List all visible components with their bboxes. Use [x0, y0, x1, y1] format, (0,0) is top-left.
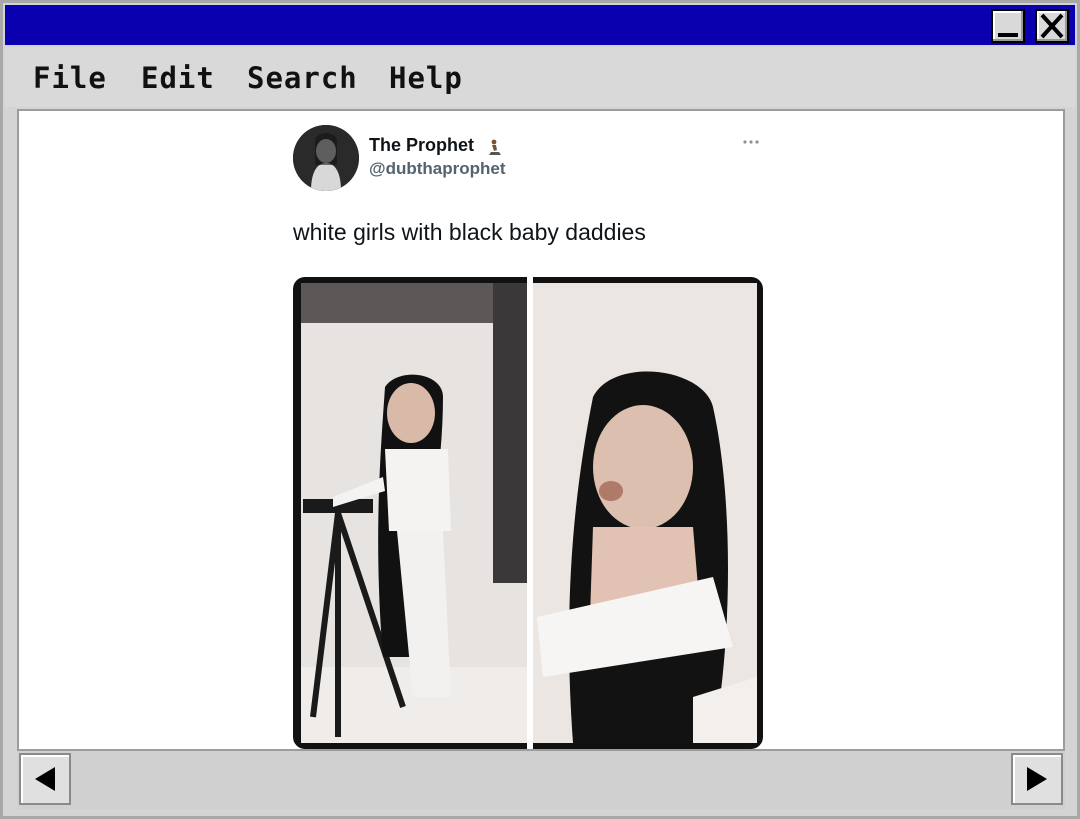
menu-help[interactable]: Help — [389, 61, 463, 95]
app-window: File Edit Search Help The Prophet @dubth… — [0, 0, 1080, 819]
close-button[interactable] — [1035, 9, 1069, 43]
menu-file[interactable]: File — [33, 61, 107, 95]
title-bar[interactable] — [5, 5, 1075, 45]
avatar[interactable] — [293, 125, 359, 191]
minimize-icon — [998, 33, 1018, 37]
photo-collage — [301, 277, 757, 749]
tweet-media[interactable] — [293, 277, 763, 749]
minimize-button[interactable] — [991, 9, 1025, 43]
tweet-text: white girls with black baby daddies — [293, 219, 646, 245]
menu-edit[interactable]: Edit — [141, 61, 215, 95]
close-icon — [1040, 13, 1064, 39]
user-handle[interactable]: @dubthaprophet — [369, 159, 506, 179]
display-name[interactable]: The Prophet — [369, 135, 474, 156]
arrow-left-icon — [35, 767, 55, 791]
arrow-right-icon — [1027, 767, 1047, 791]
more-dots-icon[interactable] — [741, 137, 761, 147]
scroll-right-button[interactable] — [1011, 753, 1063, 805]
menu-search[interactable]: Search — [247, 61, 358, 95]
content-area[interactable]: The Prophet @dubthaprophet white girls w… — [17, 109, 1065, 751]
praying-figure-icon — [489, 139, 501, 155]
menu-bar: File Edit Search Help — [5, 47, 1075, 107]
tweet-card: The Prophet @dubthaprophet white girls w… — [271, 113, 791, 749]
horizontal-scrollbar[interactable] — [17, 751, 1065, 809]
scroll-left-button[interactable] — [19, 753, 71, 805]
